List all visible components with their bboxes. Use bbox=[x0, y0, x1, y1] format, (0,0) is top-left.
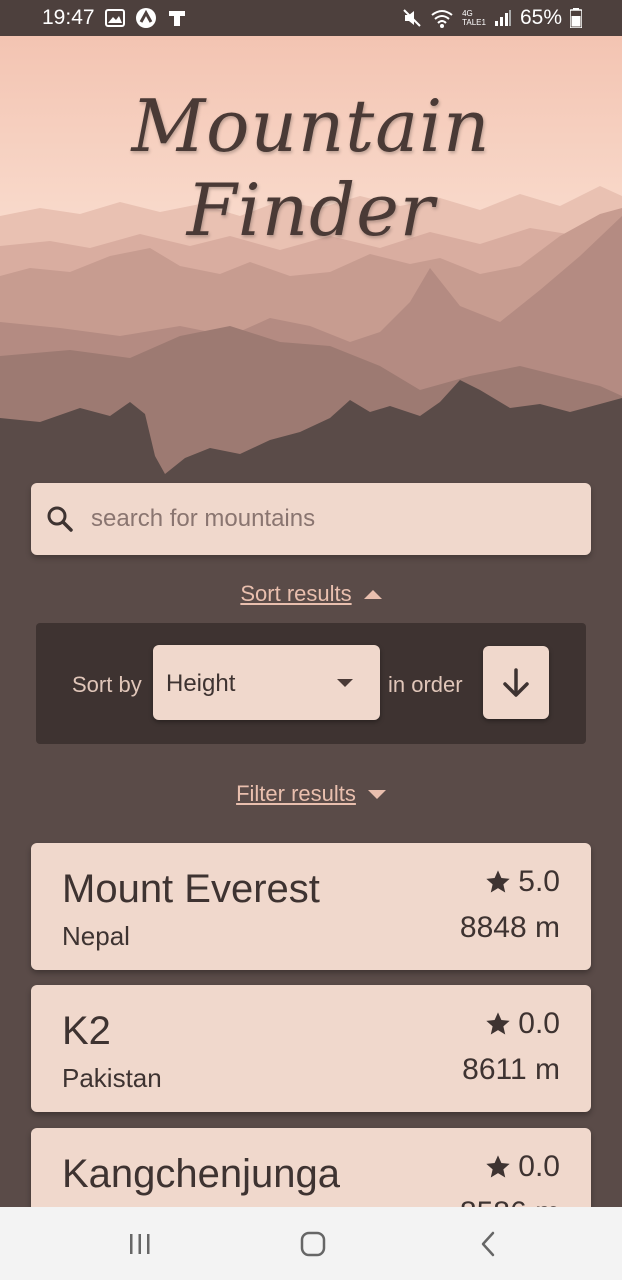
signal-icon bbox=[494, 10, 511, 26]
sort-by-label: Sort by bbox=[72, 672, 142, 697]
filter-results-link[interactable]: Filter results bbox=[236, 781, 356, 807]
wifi-icon bbox=[431, 10, 453, 28]
hero-banner: Mountain Finder bbox=[0, 36, 622, 476]
recent-apps-button[interactable] bbox=[120, 1227, 160, 1261]
mountain-height: 8611 m bbox=[462, 1053, 560, 1086]
sort-field-select[interactable]: Height bbox=[153, 645, 380, 720]
battery-percent: 65% bbox=[519, 6, 562, 29]
sort-field-value: Height bbox=[166, 670, 236, 697]
back-button[interactable] bbox=[468, 1227, 508, 1261]
status-bar: 19:47 4G TALE1 65% bbox=[0, 0, 622, 36]
t-app-icon bbox=[168, 11, 185, 26]
order-label: in order bbox=[388, 672, 463, 697]
mountain-name: Kangchenjunga bbox=[62, 1152, 341, 1196]
back-icon bbox=[481, 1231, 495, 1257]
mountain-card[interactable]: Mount Everest Nepal 5.0 8848 m bbox=[31, 843, 591, 970]
mountain-rating: 0.0 bbox=[484, 1007, 560, 1041]
dropdown-caret-icon bbox=[337, 679, 353, 687]
app-title: Mountain Finder bbox=[131, 84, 491, 252]
mountain-rating: 5.0 bbox=[484, 865, 560, 899]
chevron-up-icon[interactable] bbox=[363, 589, 382, 599]
star-icon bbox=[486, 870, 510, 893]
sort-toggle[interactable]: Sort results bbox=[0, 581, 622, 607]
mute-icon bbox=[403, 9, 421, 27]
search-input[interactable] bbox=[89, 504, 563, 534]
mountain-card[interactable]: K2 Pakistan 0.0 8611 m bbox=[31, 985, 591, 1112]
sort-panel: Sort by Height in order bbox=[36, 623, 586, 744]
sort-results-link[interactable]: Sort results bbox=[240, 581, 351, 607]
arrow-down-icon bbox=[503, 667, 529, 697]
app-notification-icon bbox=[135, 8, 156, 28]
gallery-icon bbox=[104, 9, 125, 27]
filter-toggle[interactable]: Filter results bbox=[0, 781, 622, 807]
mountain-country: Pakistan bbox=[62, 1063, 162, 1093]
system-nav-bar bbox=[0, 1207, 622, 1280]
mountain-country: Nepal bbox=[62, 921, 130, 951]
chevron-down-icon[interactable] bbox=[367, 789, 386, 799]
star-icon bbox=[486, 1012, 510, 1035]
search-bar[interactable] bbox=[31, 483, 591, 555]
home-icon bbox=[300, 1231, 326, 1257]
mountain-rating: 0.0 bbox=[484, 1150, 560, 1184]
sort-order-button[interactable] bbox=[483, 646, 549, 719]
recent-apps-icon bbox=[130, 1234, 150, 1254]
status-time: 19:47 bbox=[42, 6, 95, 29]
battery-icon bbox=[570, 8, 582, 28]
mountain-name: K2 bbox=[62, 1009, 111, 1053]
home-button[interactable] bbox=[293, 1227, 333, 1261]
star-icon bbox=[486, 1155, 510, 1178]
network-type: 4G TALE1 bbox=[462, 9, 486, 27]
mountain-height: 8848 m bbox=[459, 911, 560, 944]
search-icon bbox=[47, 506, 73, 532]
mountain-name: Mount Everest bbox=[62, 867, 320, 911]
